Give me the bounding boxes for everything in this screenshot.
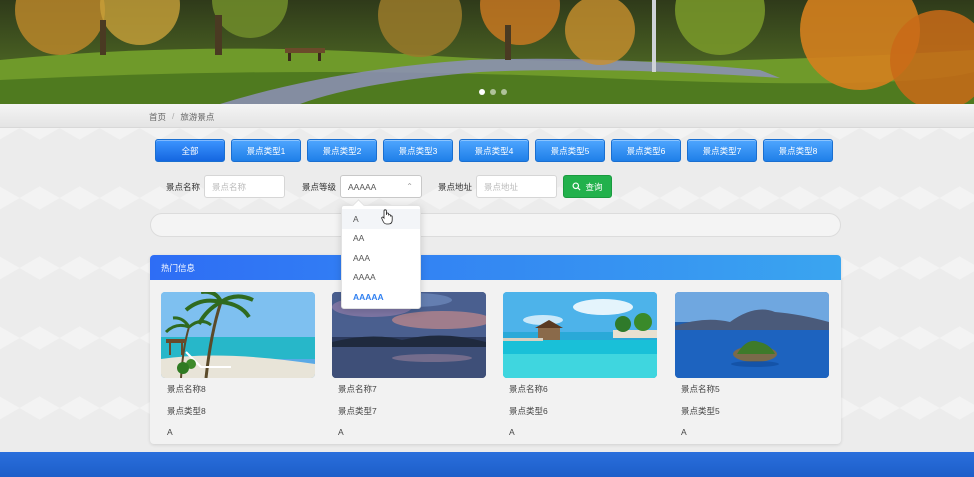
attraction-level: A (681, 427, 687, 437)
chevron-up-icon: ⌃ (406, 182, 413, 191)
address-input[interactable]: 景点地址 (476, 175, 557, 198)
attraction-type: 景点类型6 (509, 406, 548, 416)
hero-banner[interactable] (0, 0, 974, 104)
breadcrumb-home[interactable]: 首页 (149, 111, 166, 123)
attraction-image[interactable] (161, 292, 315, 378)
attraction-card[interactable]: 景点名称7 景点类型7 A (332, 292, 486, 437)
name-input-placeholder: 景点名称 (212, 181, 247, 192)
notice-bar (150, 213, 841, 237)
attraction-type: 景点类型7 (338, 406, 377, 416)
category-type3-button[interactable]: 景点类型3 (383, 139, 453, 162)
level-option-aaaa[interactable]: AAAA (342, 268, 420, 288)
query-button-label: 查询 (585, 181, 603, 192)
level-label: 景点等级 (302, 182, 337, 192)
attraction-card[interactable]: 景点名称8 景点类型8 A (161, 292, 315, 437)
category-type6-button[interactable]: 景点类型6 (611, 139, 681, 162)
search-icon (572, 182, 581, 191)
carousel-indicators (479, 89, 507, 95)
level-select-value: AAAAA (348, 181, 377, 192)
category-type7-button[interactable]: 景点类型7 (687, 139, 757, 162)
attraction-level: A (509, 427, 515, 437)
carousel-dot[interactable] (490, 89, 496, 95)
category-type5-button[interactable]: 景点类型5 (535, 139, 605, 162)
address-input-placeholder: 景点地址 (484, 181, 519, 192)
breadcrumb-separator: / (172, 111, 175, 121)
attraction-level: A (167, 427, 173, 437)
breadcrumb-current: 旅游景点 (180, 112, 215, 122)
name-input[interactable]: 景点名称 (204, 175, 285, 198)
name-label: 景点名称 (166, 182, 201, 192)
carousel-dot[interactable] (479, 89, 485, 95)
attraction-card[interactable]: 景点名称6 景点类型6 A (503, 292, 657, 437)
hot-info-header: 热门信息 (150, 255, 841, 280)
breadcrumb-bar: 首页 / 旅游景点 (0, 104, 974, 128)
category-type2-button[interactable]: 景点类型2 (307, 139, 377, 162)
category-type1-button[interactable]: 景点类型1 (231, 139, 301, 162)
breadcrumb: 首页 / 旅游景点 (149, 111, 214, 123)
attraction-type: 景点类型8 (167, 406, 206, 416)
query-button[interactable]: 查询 (563, 175, 612, 198)
hot-info-title: 热门信息 (161, 262, 196, 273)
category-filter: 全部 景点类型1 景点类型2 景点类型3 景点类型4 景点类型5 景点类型6 景… (155, 139, 833, 162)
attraction-name: 景点名称6 (509, 384, 548, 394)
attraction-name: 景点名称5 (681, 384, 720, 394)
level-option-aaa[interactable]: AAA (342, 248, 420, 268)
page-footer (0, 452, 974, 477)
level-select[interactable]: AAAAA ⌃ (340, 175, 422, 198)
level-option-aa[interactable]: AA (342, 229, 420, 249)
level-option-aaaaa[interactable]: AAAAA (342, 287, 420, 307)
address-label: 景点地址 (438, 182, 473, 192)
hand-cursor-icon (381, 209, 393, 225)
attraction-name: 景点名称7 (338, 384, 377, 394)
carousel-dot[interactable] (501, 89, 507, 95)
attraction-card[interactable]: 景点名称5 景点类型5 A (675, 292, 829, 437)
attraction-image[interactable] (675, 292, 829, 378)
category-type4-button[interactable]: 景点类型4 (459, 139, 529, 162)
category-type8-button[interactable]: 景点类型8 (763, 139, 833, 162)
attraction-level: A (338, 427, 344, 437)
attraction-image[interactable] (503, 292, 657, 378)
attraction-type: 景点类型5 (681, 406, 720, 416)
category-all-button[interactable]: 全部 (155, 139, 225, 162)
hot-info-panel: 热门信息 景点名称8 景点类型8 A 景点名称7 景点类型7 A 景点名称6 景… (150, 255, 841, 444)
attraction-name: 景点名称8 (167, 384, 206, 394)
